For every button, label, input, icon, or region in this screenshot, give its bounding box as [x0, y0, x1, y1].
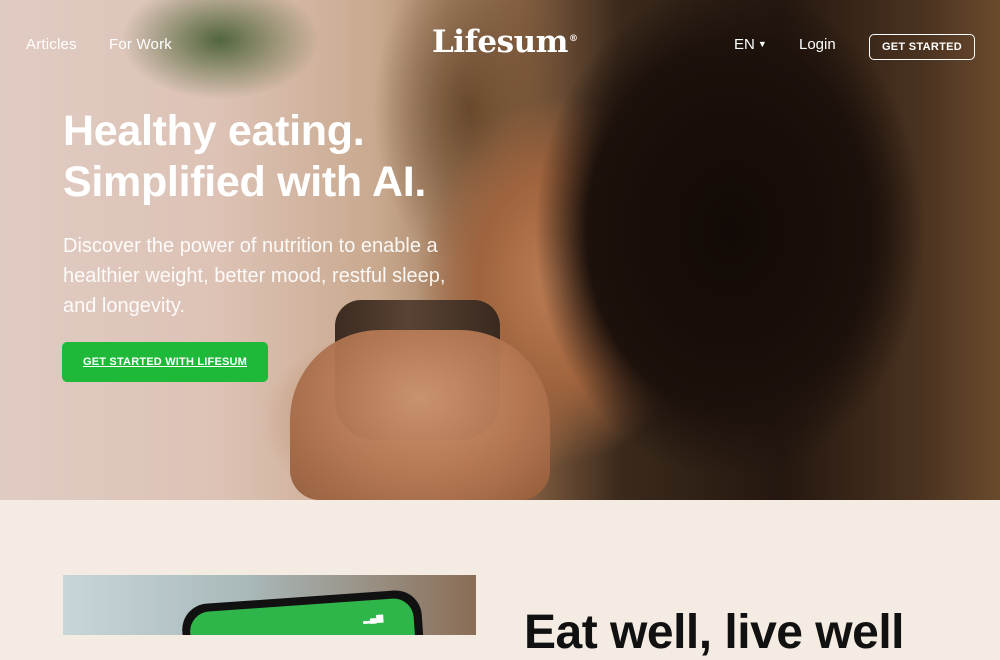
top-navigation: Articles For Work Lifesum® EN ▼ Login GET…	[0, 0, 1000, 90]
phone-photo: ▂▄▆	[63, 575, 476, 635]
subhead-line-2: healthier weight, better mood, restful s…	[63, 265, 446, 287]
logo-registered-mark: ®	[568, 33, 578, 44]
wifi-icon: ▂▄▆	[362, 612, 384, 624]
nav-link-articles[interactable]: Articles	[26, 36, 77, 53]
language-label: EN	[734, 36, 755, 53]
subhead-line-1: Discover the power of nutrition to enabl…	[63, 235, 438, 257]
get-started-with-lifesum-button[interactable]: GET STARTED WITH LIFESUM	[62, 342, 268, 382]
language-selector[interactable]: EN ▼	[734, 36, 767, 53]
headline-line-2: Simplified with AI.	[63, 158, 426, 206]
hero-subheading: Discover the power of nutrition to enabl…	[63, 231, 503, 321]
nav-link-for-work[interactable]: For Work	[109, 36, 172, 53]
feature-section: ▂▄▆ Eat well, live well	[0, 500, 1000, 659]
chevron-down-icon: ▼	[757, 39, 767, 49]
login-link[interactable]: Login	[799, 36, 836, 53]
hero-section: Articles For Work Lifesum® EN ▼ Login GET…	[0, 0, 1000, 500]
lifesum-logo[interactable]: Lifesum®	[432, 24, 578, 60]
subhead-line-3: and longevity.	[63, 295, 185, 317]
get-started-button[interactable]: GET STARTED	[869, 34, 975, 60]
logo-text: Lifesum	[432, 24, 568, 60]
hero-headline: Healthy eating. Simplified with AI.	[63, 106, 426, 208]
section-title: Eat well, live well	[524, 606, 905, 659]
headline-line-1: Healthy eating.	[63, 107, 365, 155]
